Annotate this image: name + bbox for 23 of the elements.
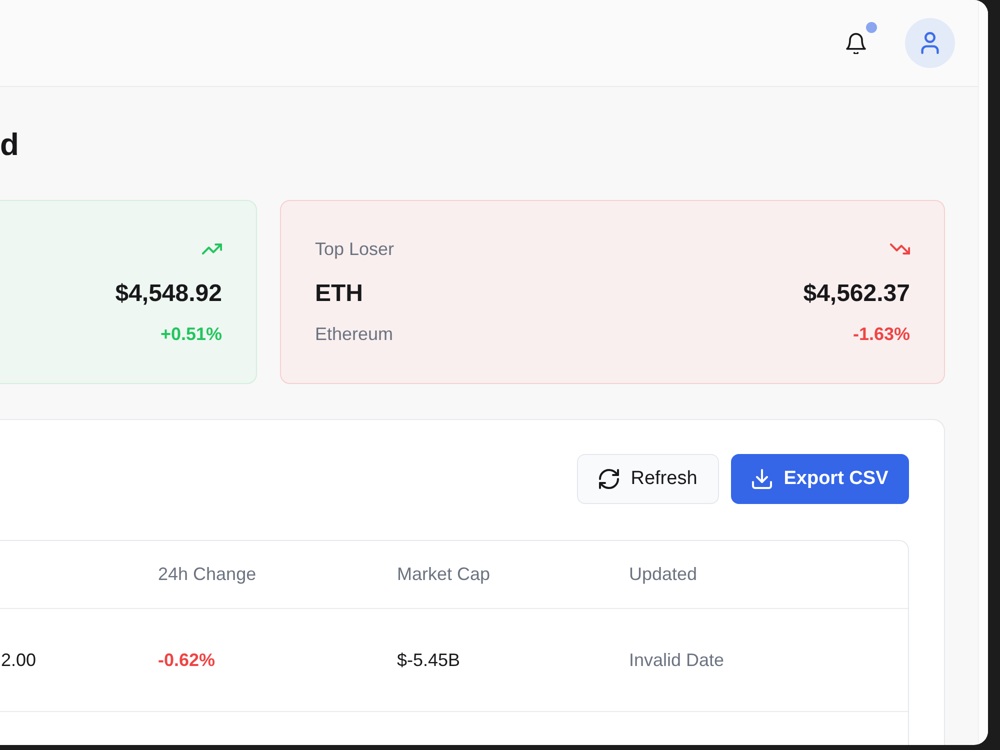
scrollbar-track[interactable]	[978, 0, 988, 745]
column-header: Market Cap	[397, 564, 490, 584]
download-icon	[752, 469, 772, 489]
refresh-button[interactable]: Refresh	[577, 454, 719, 504]
bell-icon[interactable]	[846, 32, 866, 54]
table-cell: Invalid Date	[629, 650, 724, 670]
export-csv-button[interactable]: Export CSV	[731, 454, 909, 504]
column-header: Updated	[629, 564, 698, 584]
page-title: d	[0, 127, 19, 163]
avatar-button[interactable]	[905, 18, 955, 68]
card-label: Top Loser	[315, 238, 394, 261]
refresh-icon	[598, 469, 619, 489]
coin-price: $4,562.37	[803, 279, 910, 309]
coin-price: $4,548.92	[115, 279, 222, 309]
user-icon	[920, 32, 940, 54]
coin-name: Ethereum	[315, 323, 394, 346]
table-cell: 2.00	[1, 650, 36, 670]
price-change: +0.51%	[160, 323, 222, 346]
table-cell: $-5.45B	[397, 650, 460, 670]
column-header: 24h Change	[158, 564, 256, 584]
table-cell: -0.62%	[158, 650, 216, 670]
coin-symbol: ETH	[315, 279, 363, 309]
price-change: -1.63%	[852, 323, 910, 346]
